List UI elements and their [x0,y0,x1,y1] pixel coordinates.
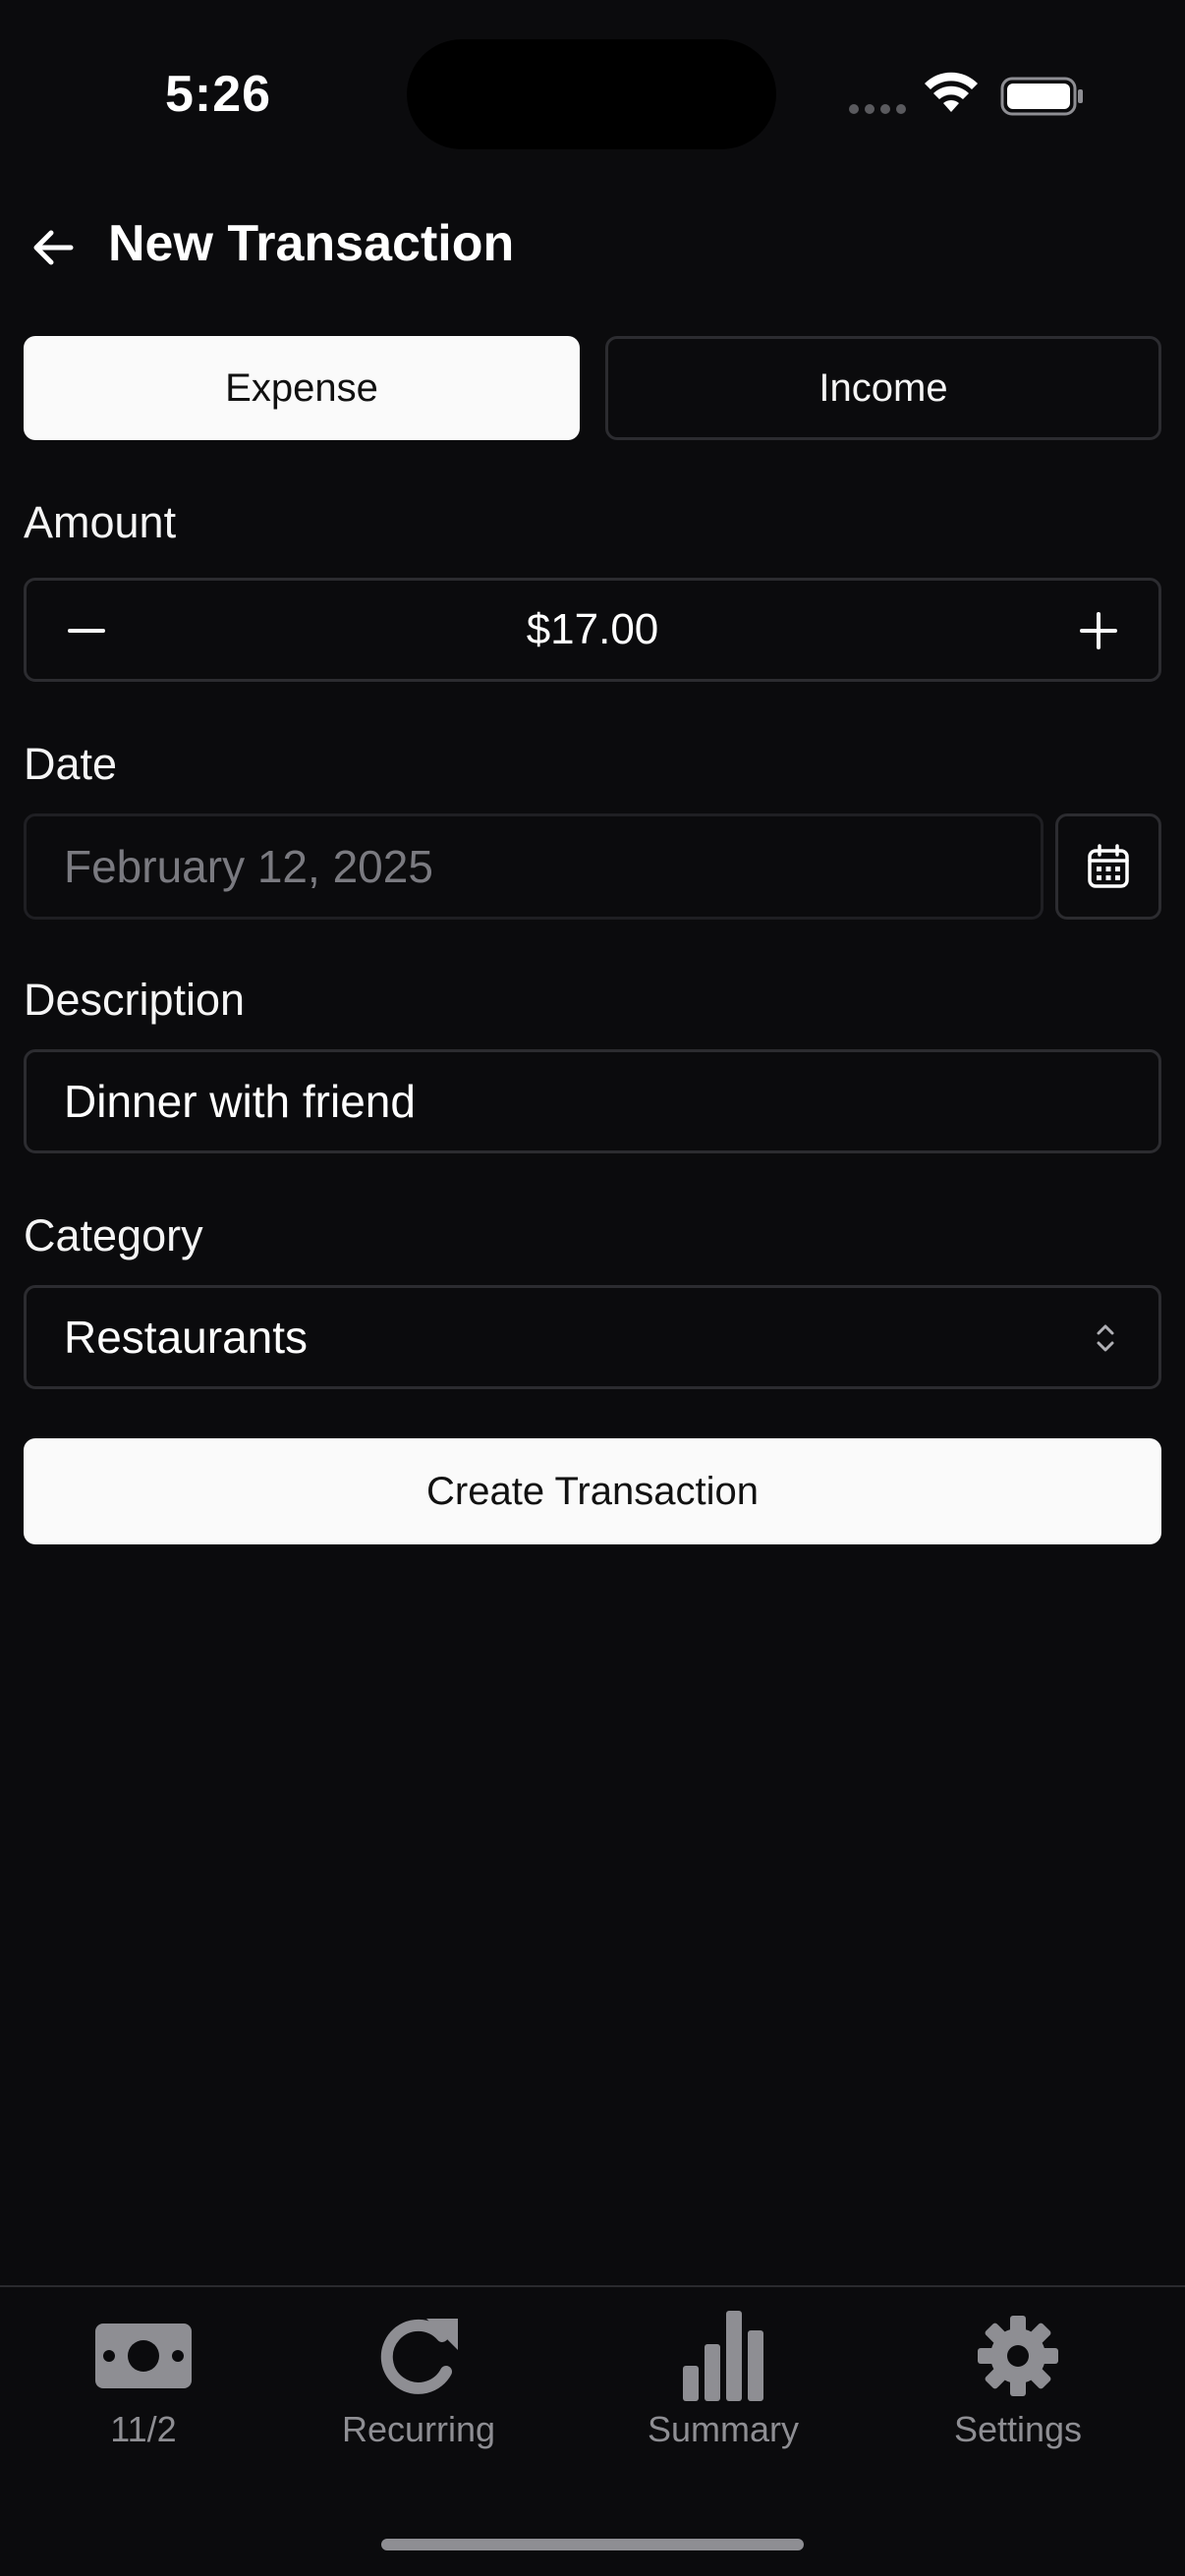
back-arrow-icon[interactable] [28,222,79,273]
amount-label: Amount [24,497,177,547]
tab-bar-divider [0,2285,1185,2287]
battery-icon [1000,77,1083,116]
tab-income[interactable]: Income [605,336,1161,440]
date-placeholder: February 12, 2025 [64,841,433,892]
gear-icon [978,2316,1058,2396]
dynamic-island [407,39,776,149]
calendar-icon [1088,844,1129,888]
category-label: Category [24,1210,203,1260]
date-label: Date [24,739,118,789]
category-select[interactable]: Restaurants [24,1285,1161,1389]
cash-icon [95,2324,192,2388]
category-value: Restaurants [64,1312,309,1363]
tab-recurring[interactable]: Recurring [301,2309,536,2456]
amount-value[interactable]: $17.00 [27,581,1158,679]
page-title: New Transaction [108,215,515,272]
tab-expense[interactable]: Expense [24,336,580,440]
tab-label: Recurring [341,2409,496,2449]
calendar-button[interactable] [1055,813,1161,920]
tab-label: 11/2 [110,2409,177,2449]
description-label: Description [24,975,246,1025]
description-value: Dinner with friend [64,1076,416,1127]
increment-button[interactable] [1074,606,1123,655]
tab-summary[interactable]: Summary [605,2309,841,2456]
date-field[interactable]: February 12, 2025 [24,813,1044,920]
cellular-signal-icon [849,104,906,114]
tab-settings[interactable]: Settings [900,2309,1136,2456]
tab-transactions[interactable]: 11/2 [26,2309,261,2456]
tab-label: Settings [953,2409,1083,2449]
bar-chart-icon [683,2311,763,2401]
chevron-up-down-icon [1097,1324,1114,1352]
tab-label: Summary [647,2409,800,2449]
amount-stepper[interactable]: $17.00 [24,578,1161,682]
home-indicator [381,2539,804,2550]
create-transaction-button[interactable]: Create Transaction [24,1438,1161,1544]
status-time: 5:26 [165,66,272,123]
wifi-icon [925,72,978,112]
description-input[interactable]: Dinner with friend [24,1049,1161,1153]
refresh-icon [380,2319,458,2394]
